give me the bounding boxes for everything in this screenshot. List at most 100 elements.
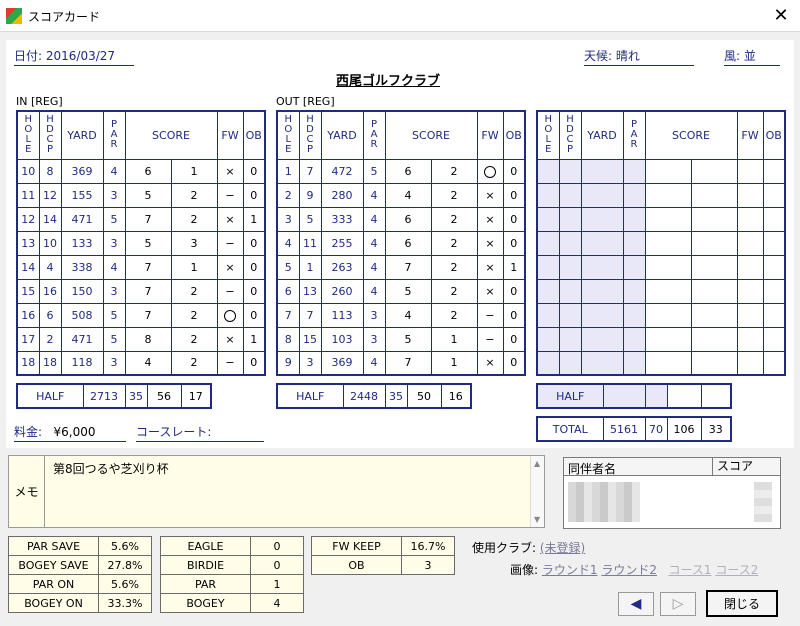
ob-cell[interactable]: 1 [502, 254, 526, 280]
ob-cell[interactable]: 0 [502, 278, 526, 304]
hole-row[interactable]: 5 1 263 4 7 2 × 1 [276, 254, 526, 280]
fw-cell[interactable]: × [476, 206, 504, 232]
score-cell[interactable]: 7 [124, 302, 172, 328]
fw-cell[interactable] [736, 254, 764, 280]
companions-list[interactable]: 同伴者名 スコア [563, 457, 781, 529]
putt-cell[interactable]: 2 [170, 350, 218, 376]
fw-cell[interactable] [736, 302, 764, 328]
ob-cell[interactable] [762, 302, 786, 328]
hole-row[interactable] [536, 254, 786, 280]
score-cell[interactable]: 7 [384, 254, 432, 280]
hole-row[interactable]: 12 14 471 5 7 2 × 1 [16, 206, 266, 232]
putt-cell[interactable]: 2 [170, 302, 218, 328]
score-cell[interactable]: 5 [124, 182, 172, 208]
memo-box[interactable]: メモ 第8回つるや芝刈り杯 ▲ ▼ [8, 455, 545, 528]
round2-image-link[interactable]: ラウンド2 [601, 563, 657, 577]
score-cell[interactable] [644, 350, 692, 376]
fw-cell[interactable] [216, 302, 244, 328]
fw-cell[interactable] [736, 350, 764, 376]
fw-cell[interactable] [736, 206, 764, 232]
fw-cell[interactable]: × [476, 350, 504, 376]
score-cell[interactable]: 6 [384, 158, 432, 184]
hole-row[interactable]: 16 6 508 5 7 2 0 [16, 302, 266, 328]
score-cell[interactable]: 4 [384, 182, 432, 208]
ob-cell[interactable]: 0 [502, 350, 526, 376]
hole-row[interactable]: 15 16 150 3 7 2−0 [16, 278, 266, 304]
hole-row[interactable]: 7 7 113 3 4 2−0 [276, 302, 526, 328]
score-cell[interactable]: 7 [124, 278, 172, 304]
hole-row[interactable] [536, 350, 786, 376]
round1-image-link[interactable]: ラウンド1 [542, 563, 598, 577]
putt-cell[interactable]: 2 [170, 326, 218, 352]
putt-cell[interactable] [690, 302, 738, 328]
fw-cell[interactable] [736, 182, 764, 208]
fw-cell[interactable] [736, 278, 764, 304]
fw-cell[interactable]: − [476, 326, 504, 352]
course2-image-link[interactable]: コース2 [715, 563, 758, 577]
hole-row[interactable]: 3 5 333 4 6 2 × 0 [276, 206, 526, 232]
ob-cell[interactable]: 0 [242, 254, 266, 280]
fw-cell[interactable]: − [216, 230, 244, 256]
fw-cell[interactable] [736, 158, 764, 184]
score-cell[interactable]: 6 [384, 206, 432, 232]
fw-cell[interactable]: × [216, 206, 244, 232]
putt-cell[interactable] [690, 230, 738, 256]
ob-cell[interactable] [762, 350, 786, 376]
hole-row[interactable]: 18 18 118 3 4 2−0 [16, 350, 266, 376]
scroll-down-icon[interactable]: ▼ [534, 515, 540, 524]
putt-cell[interactable] [690, 158, 738, 184]
putt-cell[interactable] [690, 350, 738, 376]
fw-cell[interactable] [476, 158, 504, 184]
memo-text[interactable]: 第8回つるや芝刈り杯 [53, 460, 169, 477]
ob-cell[interactable] [762, 326, 786, 352]
putt-cell[interactable] [690, 278, 738, 304]
fw-cell[interactable]: × [216, 254, 244, 280]
hole-row[interactable] [536, 302, 786, 328]
fee-field[interactable]: 料金: ¥6,000 [14, 424, 126, 442]
hole-row[interactable]: 9 3 369 4 7 1 × 0 [276, 350, 526, 376]
course-rating-field[interactable]: コースレート: [136, 424, 264, 442]
score-cell[interactable] [644, 230, 692, 256]
score-cell[interactable] [644, 158, 692, 184]
hole-row[interactable] [536, 326, 786, 352]
putt-cell[interactable]: 2 [430, 182, 478, 208]
putt-cell[interactable]: 2 [430, 278, 478, 304]
weather-field[interactable]: 天候: 晴れ [584, 48, 694, 66]
hole-row[interactable]: 8 15 103 3 5 1−0 [276, 326, 526, 352]
hole-row[interactable] [536, 182, 786, 208]
hole-row[interactable]: 13 10 133 3 5 3−0 [16, 230, 266, 256]
ob-cell[interactable]: 0 [242, 182, 266, 208]
ob-cell[interactable] [762, 206, 786, 232]
next-button[interactable]: ▷ [660, 592, 696, 616]
score-cell[interactable] [644, 254, 692, 280]
ob-cell[interactable]: 0 [502, 326, 526, 352]
putt-cell[interactable]: 2 [170, 278, 218, 304]
putt-cell[interactable]: 3 [170, 230, 218, 256]
fw-cell[interactable] [736, 326, 764, 352]
putt-cell[interactable]: 2 [170, 182, 218, 208]
ob-cell[interactable]: 0 [242, 350, 266, 376]
fw-cell[interactable]: × [476, 182, 504, 208]
putt-cell[interactable]: 2 [170, 206, 218, 232]
putt-cell[interactable]: 1 [170, 254, 218, 280]
ob-cell[interactable] [762, 230, 786, 256]
score-cell[interactable]: 7 [124, 206, 172, 232]
course1-image-link[interactable]: コース1 [668, 563, 711, 577]
hole-row[interactable]: 11 12 155 3 5 2−0 [16, 182, 266, 208]
used-club-link[interactable]: (未登録) [540, 541, 585, 555]
memo-scrollbar[interactable]: ▲ ▼ [530, 456, 544, 527]
putt-cell[interactable]: 2 [430, 206, 478, 232]
ob-cell[interactable]: 0 [242, 158, 266, 184]
fw-cell[interactable]: − [476, 302, 504, 328]
score-cell[interactable]: 4 [384, 302, 432, 328]
score-cell[interactable]: 5 [384, 278, 432, 304]
ob-cell[interactable]: 0 [502, 182, 526, 208]
ob-cell[interactable]: 0 [242, 302, 266, 328]
ob-cell[interactable]: 0 [242, 278, 266, 304]
putt-cell[interactable] [690, 182, 738, 208]
ob-cell[interactable] [762, 278, 786, 304]
score-cell[interactable]: 7 [384, 350, 432, 376]
fw-cell[interactable] [736, 230, 764, 256]
scroll-up-icon[interactable]: ▲ [534, 459, 540, 468]
hole-row[interactable]: 6 13 260 4 5 2 × 0 [276, 278, 526, 304]
